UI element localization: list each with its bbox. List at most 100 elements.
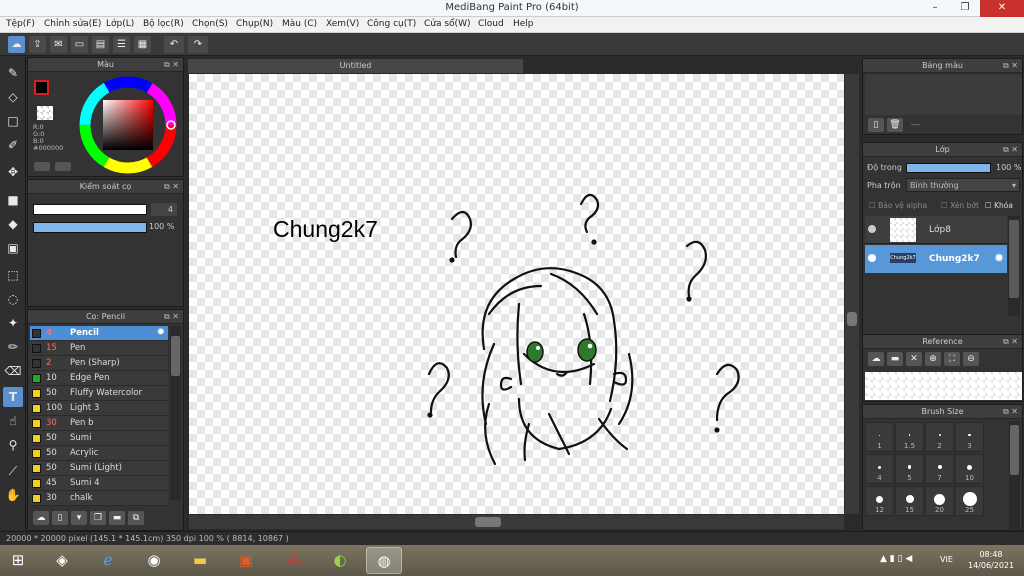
dropper-tool-icon[interactable]: ⚲: [3, 435, 23, 455]
protect-alpha-checkbox[interactable]: ☐ Bảo vệ alpha: [869, 201, 927, 210]
gradient-tool-icon[interactable]: ▣: [3, 238, 23, 258]
menu-cloud[interactable]: Cloud: [478, 19, 504, 29]
blend-mode-select[interactable]: Bình thường ▾: [906, 178, 1020, 192]
cloud-icon[interactable]: ☁: [868, 352, 884, 366]
brush-size-value[interactable]: 4: [151, 203, 177, 216]
copy-brush-icon[interactable]: ❐: [90, 511, 106, 525]
powerpoint-icon[interactable]: ▣: [228, 547, 264, 574]
brush-size-cell[interactable]: 1: [865, 422, 894, 452]
app-icon[interactable]: ⁂: [276, 547, 312, 574]
menu-filter[interactable]: Bộ lọc(R): [143, 19, 184, 29]
lasso-tool-icon[interactable]: ◌: [3, 289, 23, 309]
panel-buttons-icon[interactable]: ⧉ ✕: [1003, 405, 1018, 419]
file-explorer-icon[interactable]: ▬: [182, 547, 218, 574]
cloud-icon[interactable]: ☁: [8, 36, 25, 53]
brush-item[interactable]: 30 Pen b: [30, 416, 168, 431]
brush-item[interactable]: 50 Acrylic: [30, 446, 168, 461]
gear-icon[interactable]: ✹: [157, 327, 165, 338]
share-icon[interactable]: ⇪: [29, 36, 46, 53]
brush-item[interactable]: 10 Edge Pen: [30, 371, 168, 386]
brush-size-cell[interactable]: 3: [955, 422, 984, 452]
menu-help[interactable]: Help: [513, 19, 534, 29]
brush-size-cell[interactable]: 2: [925, 422, 954, 452]
brush-size-cell[interactable]: 12: [865, 486, 894, 516]
clock[interactable]: 08:48 14/06/2021: [968, 549, 1014, 571]
foreground-color-swatch[interactable]: [34, 80, 49, 95]
menu-color[interactable]: Màu (C): [282, 19, 317, 29]
layer-row[interactable]: Chung2k7 Chung2k7 ✹: [865, 245, 1007, 273]
layer-opacity-slider[interactable]: [906, 163, 991, 173]
move-tool-icon[interactable]: ✥: [3, 162, 23, 182]
comment-icon[interactable]: ▭: [71, 36, 88, 53]
tab-untitled[interactable]: Untitled: [188, 59, 523, 73]
panel-buttons-icon[interactable]: ⧉ ✕: [164, 58, 179, 72]
document-icon[interactable]: ▤: [92, 36, 109, 53]
brush-list-scrollbar[interactable]: [170, 326, 181, 500]
brush-item[interactable]: 100 Light 3: [30, 401, 168, 416]
select-tool-icon[interactable]: ⬚: [3, 265, 23, 285]
brush-item[interactable]: 50 Sumi (Light): [30, 461, 168, 476]
eye-icon[interactable]: [868, 225, 876, 233]
medibang-taskbar-icon[interactable]: ◍: [366, 547, 402, 574]
reference-view[interactable]: [865, 372, 1022, 400]
close-button[interactable]: ✕: [980, 0, 1024, 17]
gear-icon[interactable]: ✹: [994, 251, 1004, 265]
transparent-swatch[interactable]: [37, 106, 53, 120]
drawing-canvas[interactable]: Chung2k7: [189, 74, 844, 514]
magic-wand-icon[interactable]: ✦: [3, 313, 23, 333]
canvas-vertical-scrollbar[interactable]: [845, 74, 859, 514]
panel-buttons-icon[interactable]: ⧉ ✕: [1003, 59, 1018, 73]
brush-size-cell[interactable]: 10: [955, 454, 984, 484]
chat-icon[interactable]: ✉: [50, 36, 67, 53]
hand-tool-icon[interactable]: ✋: [3, 485, 23, 505]
panel-buttons-icon[interactable]: ⧉ ✕: [164, 180, 179, 194]
add-brush-icon[interactable]: ▾: [71, 511, 87, 525]
clip-checkbox[interactable]: ☐ Xén bớt: [941, 201, 979, 210]
chrome-icon[interactable]: ◉: [136, 547, 172, 574]
brush-item[interactable]: 30 chalk: [30, 491, 168, 506]
pen-tool-icon[interactable]: ✐: [3, 135, 23, 155]
folder-icon[interactable]: ▬: [109, 511, 125, 525]
brush-size-slider[interactable]: [33, 204, 147, 215]
bluestacks-icon[interactable]: ◈: [44, 547, 80, 574]
select-pen-icon[interactable]: ✏: [3, 337, 23, 357]
select-eraser-icon[interactable]: ⌫: [3, 361, 23, 381]
menu-window[interactable]: Cửa sổ(W): [424, 19, 470, 29]
open-folder-icon[interactable]: ▬: [887, 352, 903, 366]
brush-size-cell[interactable]: 1.5: [895, 422, 924, 452]
new-palette-icon[interactable]: ▯: [868, 118, 884, 132]
duplicate-icon[interactable]: ⧉: [128, 511, 144, 525]
brush-item[interactable]: 4 Pencil ✹: [30, 326, 168, 341]
cloud-brush-icon[interactable]: ☁: [33, 511, 49, 525]
close-icon[interactable]: ✕: [906, 352, 922, 366]
brush-item[interactable]: 45 Sumi 4: [30, 476, 168, 491]
brush-tool-icon[interactable]: ✎: [3, 63, 23, 83]
redo-button[interactable]: ↷: [188, 36, 208, 53]
menu-layer[interactable]: Lớp(L): [106, 19, 134, 29]
language-indicator[interactable]: VIE: [940, 555, 953, 564]
menu-file[interactable]: Tệp(F): [6, 19, 35, 29]
fit-icon[interactable]: ⛶: [944, 352, 960, 366]
canvas-horizontal-scrollbar[interactable]: [189, 515, 844, 529]
brush-opacity-slider[interactable]: [33, 222, 147, 233]
brush-size-cell[interactable]: 4: [865, 454, 894, 484]
maximize-button[interactable]: ❐: [950, 0, 980, 17]
menu-snapshot[interactable]: Chụp(N): [236, 19, 273, 29]
list-icon[interactable]: ☰: [113, 36, 130, 53]
layer-row[interactable]: Lớp8: [865, 216, 1007, 244]
brush-size-cell[interactable]: 25: [955, 486, 984, 516]
color-wheel[interactable]: [78, 75, 178, 175]
brush-size-cell[interactable]: 15: [895, 486, 924, 516]
palette-area[interactable]: [865, 75, 1022, 115]
zoom-out-icon[interactable]: ⊖: [963, 352, 979, 366]
menu-edit[interactable]: Chỉnh sửa(E): [44, 19, 101, 29]
bucket-tool-icon[interactable]: ◆: [3, 214, 23, 234]
brush-size-scrollbar[interactable]: [1009, 421, 1020, 529]
text-tool-icon[interactable]: T: [3, 387, 23, 407]
menu-tools[interactable]: Công cụ(T): [367, 19, 416, 29]
panel-buttons-icon[interactable]: ⧉ ✕: [164, 310, 179, 324]
layer-scrollbar[interactable]: [1008, 216, 1020, 316]
tray-icons[interactable]: ▲ ▮ ▯ ◀: [880, 554, 912, 564]
lock-checkbox[interactable]: ☐ Khóa: [985, 201, 1013, 210]
internet-explorer-icon[interactable]: ℯ: [90, 547, 126, 574]
